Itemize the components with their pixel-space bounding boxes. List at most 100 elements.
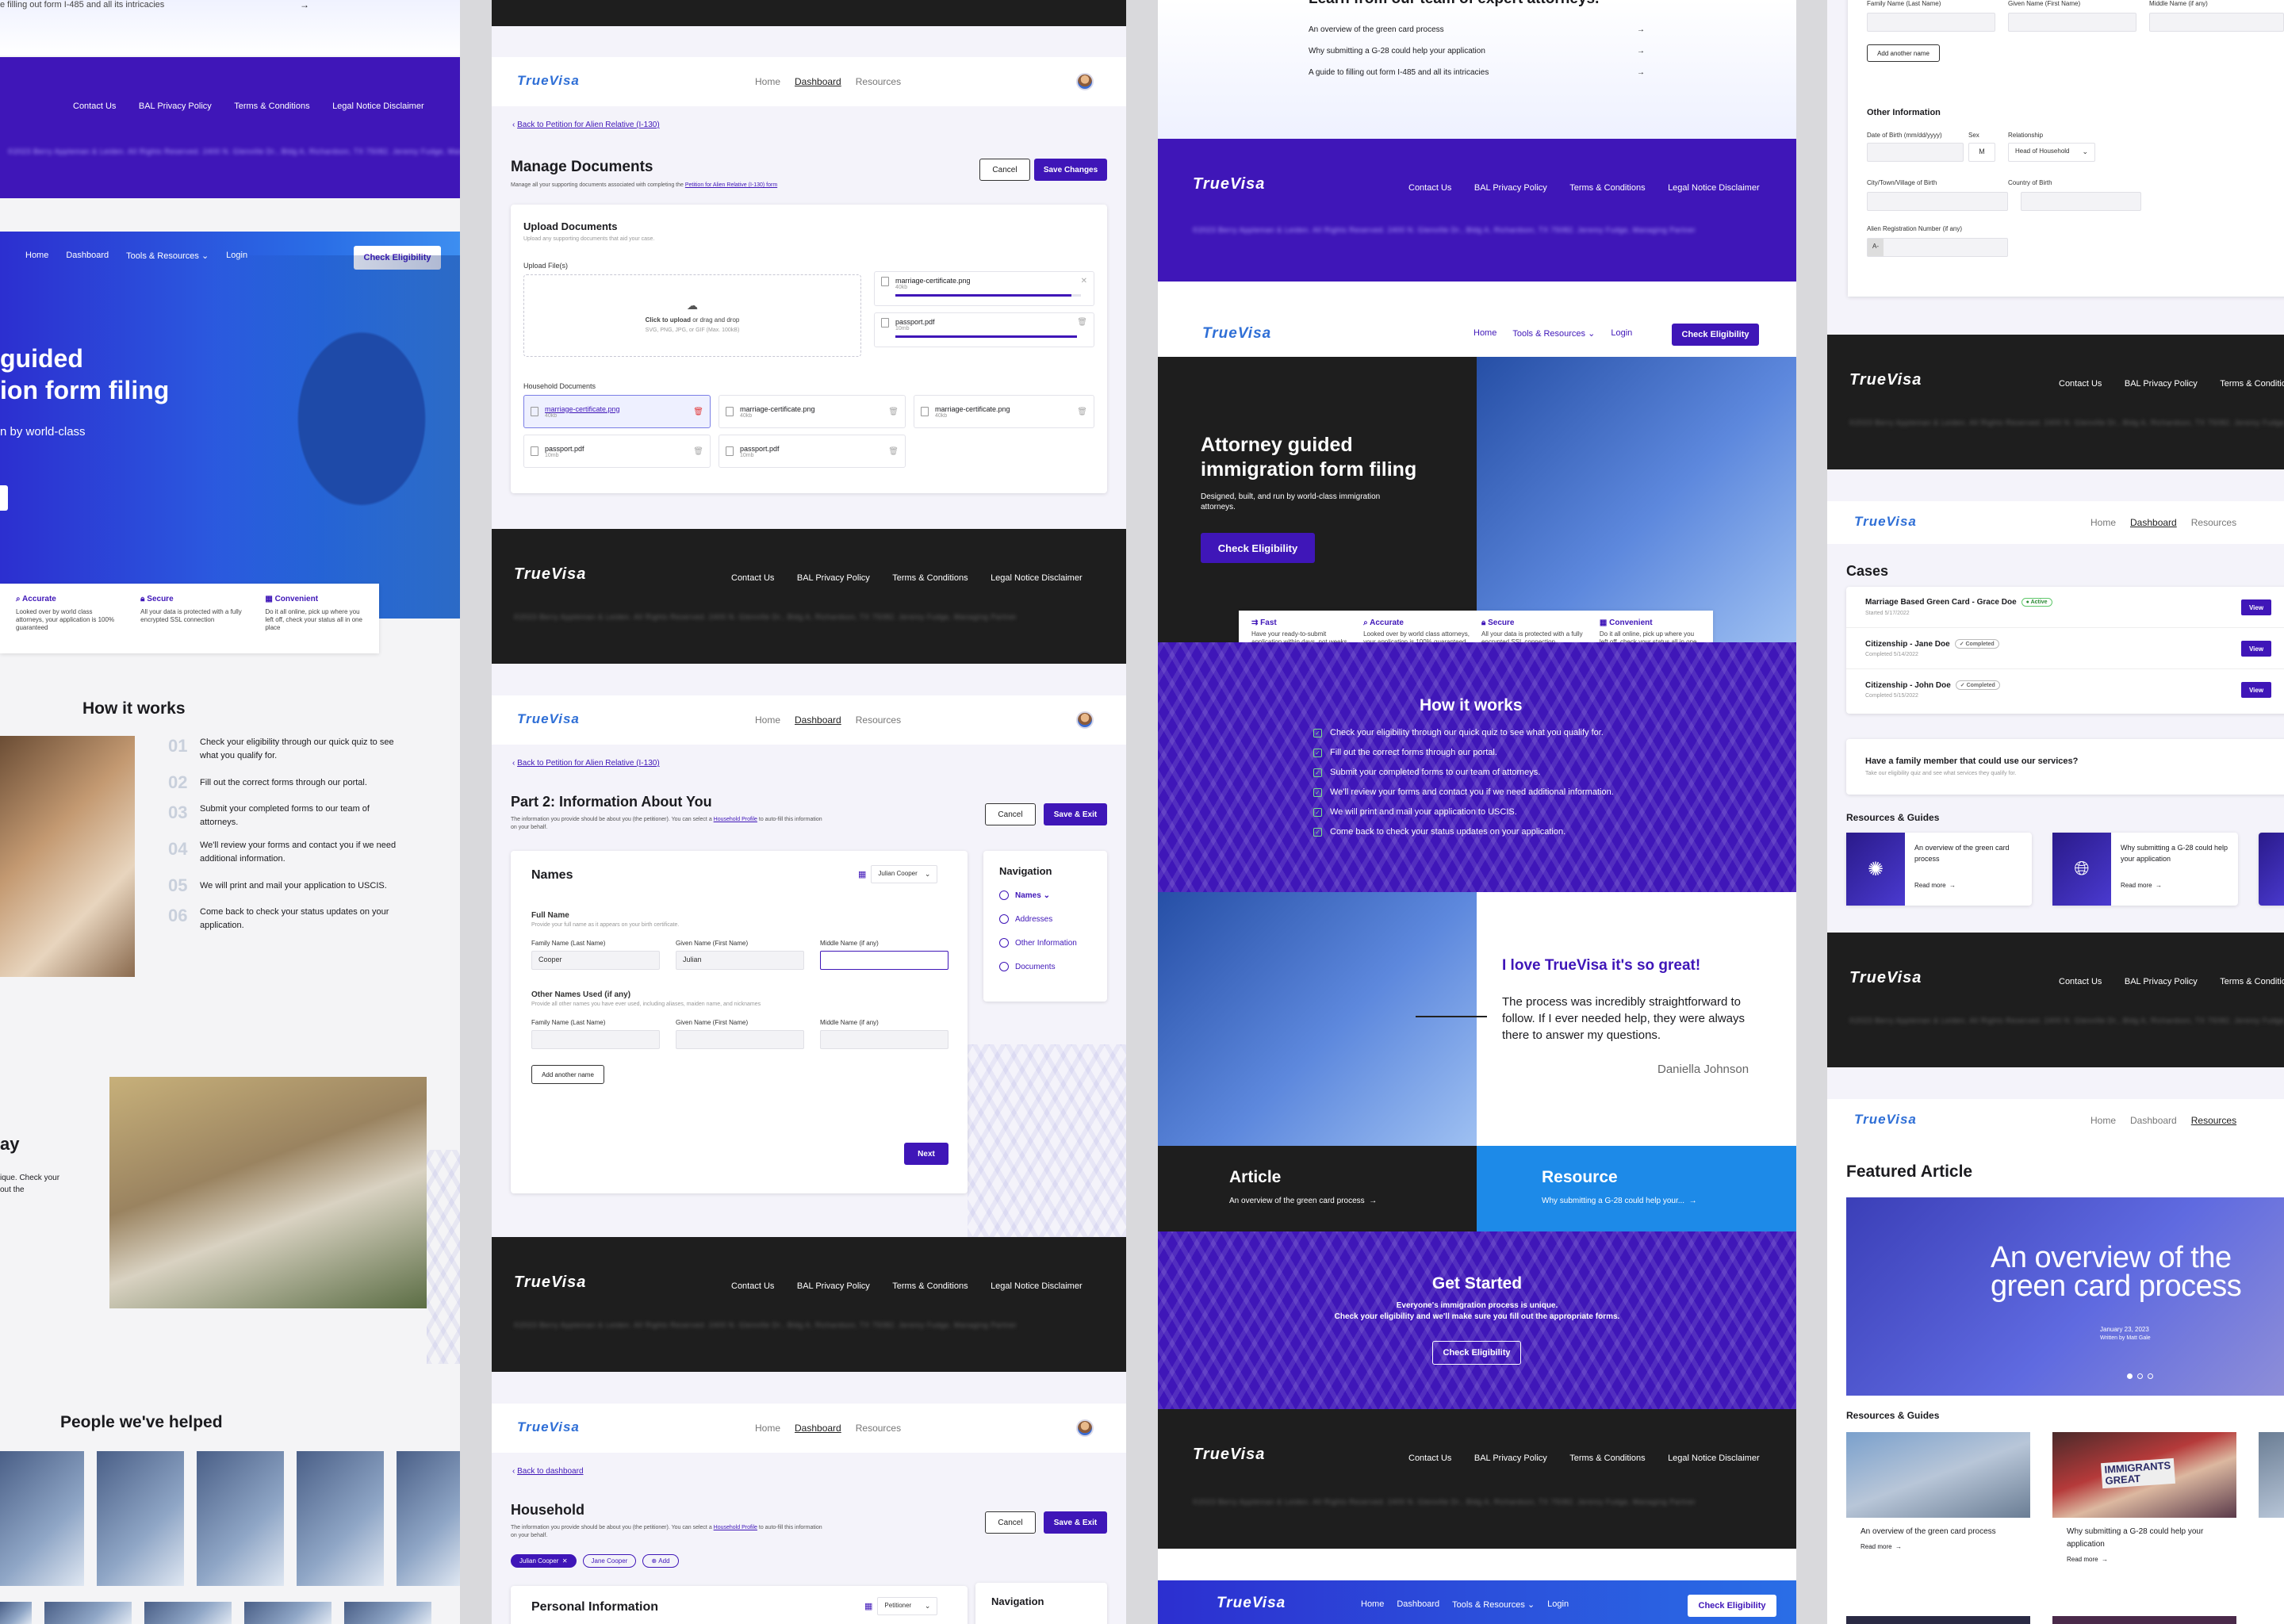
footer-contact-link[interactable]: Contact Us	[1408, 1454, 1451, 1463]
nav-item-other[interactable]: Other Information	[999, 938, 1077, 948]
nav-tools[interactable]: Tools & Resources ⌄	[1512, 328, 1595, 339]
footer-terms-link[interactable]: Terms & Conditions	[2220, 977, 2284, 986]
footer-legal-link[interactable]: Legal Notice Disclaimer	[991, 1281, 1083, 1291]
resource-card-partial[interactable]	[2259, 833, 2284, 906]
sex-select[interactable]: M	[1968, 143, 1995, 162]
case-row[interactable]: Citizenship - John Doe ✓ Completed Comple…	[1846, 669, 2284, 710]
family-name-input[interactable]: Cooper	[531, 951, 660, 970]
nav-home[interactable]: Home	[1473, 328, 1496, 339]
given-name-input[interactable]	[2008, 13, 2136, 32]
footer-contact-link[interactable]: Contact Us	[731, 1281, 774, 1291]
resource-card[interactable]: ✺ An overview of the green card process …	[1846, 833, 2032, 906]
carousel-dot[interactable]	[2137, 1373, 2143, 1379]
top-link-row[interactable]: e filling out form I-485 and all its int…	[0, 0, 460, 56]
nav-tools[interactable]: Tools & Resources ⌄	[1452, 1599, 1535, 1610]
resource-card[interactable]: 🌐︎ Why submitting a G-28 could help your…	[2052, 833, 2238, 906]
nav-item-documents[interactable]: Documents	[999, 962, 1077, 971]
other-family-input[interactable]	[531, 1030, 660, 1049]
check-eligibility-button[interactable]: Check Eligibility	[1201, 533, 1315, 563]
cancel-button[interactable]: Cancel	[985, 1511, 1036, 1534]
doc-item[interactable]: passport.pdf 10mb 🗑︎	[719, 435, 906, 468]
case-row[interactable]: Marriage Based Green Card - Grace Doe ● A…	[1846, 587, 2284, 628]
nav-dashboard[interactable]: Dashboard	[2130, 517, 2177, 528]
petition-link[interactable]: Petition for Alien Relative (I-130) form	[685, 182, 777, 188]
footer-terms-link[interactable]: Terms & Conditions	[1569, 1454, 1645, 1463]
brand-logo[interactable]: TrueVisa	[1202, 325, 1271, 343]
footer-privacy-link[interactable]: BAL Privacy Policy	[2125, 379, 2198, 389]
featured-hero[interactable]: An overview of the green card process Ja…	[1846, 1197, 2284, 1396]
person-select[interactable]: ▦ Julian Cooper ⌄	[858, 865, 938, 883]
nav-home[interactable]: Home	[2090, 1115, 2116, 1126]
resource-link[interactable]: Why submitting a G-28 could help your...…	[1542, 1197, 1697, 1205]
footer-terms-link[interactable]: Terms & Conditions	[1569, 183, 1645, 193]
nav-login[interactable]: Login	[1547, 1599, 1569, 1610]
resource-tile-partial[interactable]	[2259, 1432, 2284, 1518]
middle-name-input[interactable]	[2149, 13, 2284, 32]
article-link[interactable]: An overview of the green card process →	[1229, 1197, 1377, 1205]
household-profile-link[interactable]: Household Profile	[714, 817, 757, 822]
resource-tile[interactable]: An overview of the green card process Re…	[1846, 1432, 2030, 1550]
nav-dashboard[interactable]: Dashboard	[2130, 1115, 2177, 1126]
check-eligibility-button[interactable]: Check Eligibility	[1672, 324, 1759, 346]
member-chip-julian[interactable]: Julian Cooper ✕	[511, 1554, 577, 1568]
brand-logo[interactable]: TrueVisa	[517, 1419, 580, 1435]
person-dropdown[interactable]: Julian Cooper ⌄	[871, 865, 938, 883]
next-button[interactable]: Next	[904, 1143, 948, 1165]
nav-resources[interactable]: Resources	[856, 714, 901, 726]
learn-link[interactable]: An overview of the green card process →	[1309, 25, 1645, 34]
doc-item[interactable]: marriage-certificate.png 40kb 🗑︎	[523, 395, 711, 428]
trash-icon[interactable]: 🗑︎	[1077, 408, 1087, 416]
learn-link[interactable]: A guide to filling out form I-485 and al…	[1309, 68, 1645, 77]
role-dropdown[interactable]: Petitioner ⌄	[877, 1597, 938, 1615]
footer-terms-link[interactable]: Terms & Conditions	[234, 102, 309, 111]
other-given-input[interactable]	[676, 1030, 804, 1049]
nav-resources[interactable]: Resources	[2191, 517, 2236, 528]
brand-logo[interactable]: TrueVisa	[1854, 1112, 1917, 1128]
doc-item[interactable]: marriage-certificate.png 40kb 🗑︎	[914, 395, 1094, 428]
footer-contact-link[interactable]: Contact Us	[2059, 977, 2102, 986]
nav-home[interactable]: Home	[2090, 517, 2116, 528]
footer-privacy-link[interactable]: BAL Privacy Policy	[797, 573, 870, 583]
avatar[interactable]	[1076, 73, 1094, 90]
cancel-button[interactable]: Cancel	[985, 803, 1036, 825]
footer-terms-link[interactable]: Terms & Conditions	[892, 1281, 968, 1291]
footer-contact-link[interactable]: Contact Us	[731, 573, 774, 583]
trash-icon[interactable]: 🗑︎	[1077, 318, 1087, 327]
read-more-link[interactable]: Read more →	[1914, 882, 1956, 889]
household-profile-link[interactable]: Household Profile	[714, 1525, 757, 1530]
add-member-chip[interactable]: ⊕ Add	[642, 1554, 679, 1568]
footer-terms-link[interactable]: Terms & Conditions	[2220, 379, 2284, 389]
footer-legal-link[interactable]: Legal Notice Disclaimer	[1668, 183, 1760, 193]
footer-privacy-link[interactable]: BAL Privacy Policy	[1474, 1454, 1547, 1463]
carousel-dot[interactable]	[2148, 1373, 2153, 1379]
add-another-name-button[interactable]: Add another name	[531, 1065, 604, 1084]
read-more-link[interactable]: Read more →	[2121, 882, 2162, 889]
nav-home[interactable]: Home	[755, 1423, 780, 1434]
footer-terms-link[interactable]: Terms & Conditions	[892, 573, 968, 583]
nav-resources[interactable]: Resources	[856, 1423, 901, 1434]
nav-item-names[interactable]: Names ⌄	[999, 891, 1077, 900]
nav-home[interactable]: Home	[1361, 1599, 1384, 1610]
dob-input[interactable]	[1867, 143, 1964, 162]
footer-contact-link[interactable]: Contact Us	[2059, 379, 2102, 389]
country-input[interactable]	[2021, 192, 2141, 211]
footer-contact-link[interactable]: Contact Us	[1408, 183, 1451, 193]
other-middle-input[interactable]	[820, 1030, 948, 1049]
save-changes-button[interactable]: Save Changes	[1034, 159, 1107, 181]
check-eligibility-button[interactable]: Check Eligibility	[1688, 1595, 1776, 1617]
close-icon[interactable]: ✕	[1081, 277, 1087, 285]
nav-dashboard[interactable]: Dashboard	[795, 714, 841, 726]
nav-login[interactable]: Login	[1611, 328, 1632, 339]
footer-privacy-link[interactable]: BAL Privacy Policy	[2125, 977, 2198, 986]
read-more-link[interactable]: Read more →	[2052, 1556, 2236, 1563]
check-eligibility-button[interactable]: Check Eligibility	[1432, 1341, 1521, 1365]
brand-logo[interactable]: TrueVisa	[517, 711, 580, 727]
nav-dashboard[interactable]: Dashboard	[66, 251, 109, 261]
role-select[interactable]: ▦ Petitioner ⌄	[864, 1597, 938, 1615]
save-exit-button[interactable]: Save & Exit	[1044, 1511, 1107, 1534]
footer-privacy-link[interactable]: BAL Privacy Policy	[1474, 183, 1547, 193]
footer-contact-link[interactable]: Contact Us	[73, 102, 116, 111]
nav-home[interactable]: Home	[25, 251, 48, 261]
view-button[interactable]: View	[2241, 599, 2271, 615]
resource-card[interactable]: Resource Why submitting a G-28 could hel…	[1477, 1146, 1796, 1231]
